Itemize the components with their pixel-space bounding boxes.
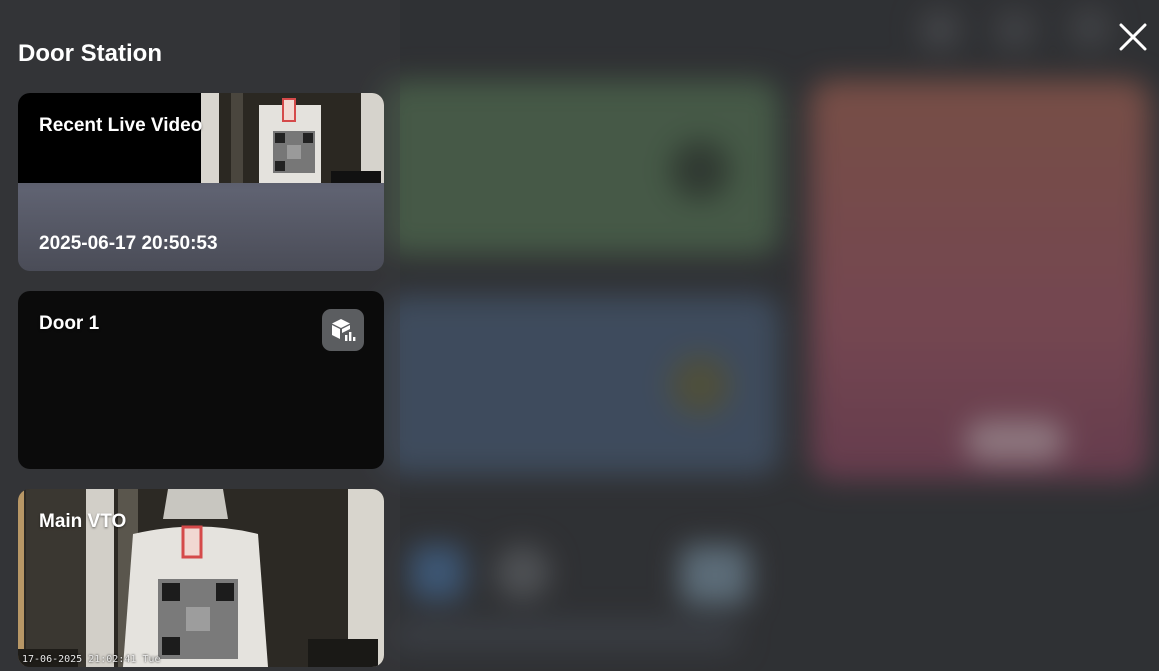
page-title: Door Station (18, 40, 162, 67)
video-snapshot (201, 93, 384, 183)
close-button[interactable] (1112, 16, 1154, 58)
device-status-button[interactable] (322, 309, 364, 351)
device-label: Door 1 (39, 313, 100, 334)
device-label: Recent Live Video (39, 115, 203, 136)
door-1-card[interactable]: Door 1 (18, 291, 384, 469)
close-icon (1119, 23, 1147, 51)
cube-chart-icon (332, 319, 356, 341)
device-label: Main VTO (39, 511, 127, 532)
video-osd-timestamp: 17-06-2025 21:02:41 Tue (22, 654, 161, 665)
video-timestamp: 2025-06-17 20:50:53 (39, 233, 218, 254)
recent-live-video-card[interactable]: Recent Live Video 2025-06-17 20:50:53 (18, 93, 384, 271)
main-vto-card[interactable]: Main VTO 17-06-2025 21:02:41 Tue (18, 489, 384, 667)
